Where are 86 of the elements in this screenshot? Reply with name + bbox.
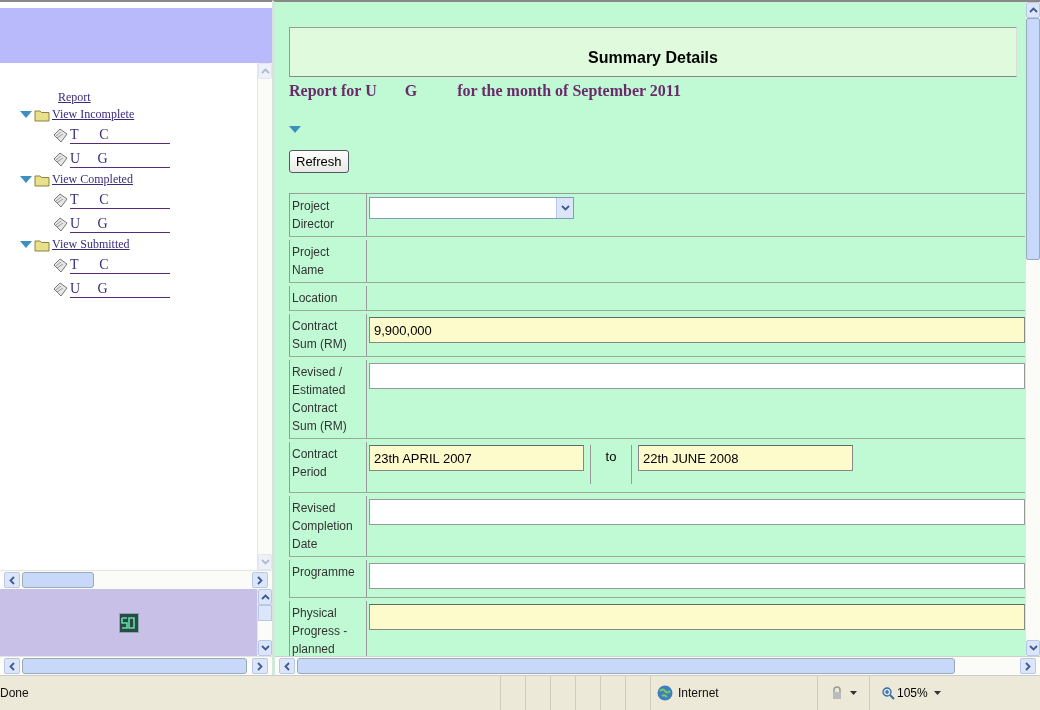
text-field[interactable] xyxy=(369,499,1025,525)
field-label: Project Name xyxy=(292,245,330,277)
scrollbar-thumb[interactable] xyxy=(22,572,94,588)
project-link[interactable]: T C xyxy=(70,256,170,274)
director-dropdown[interactable] xyxy=(369,197,574,219)
vertical-scrollbar[interactable] xyxy=(1025,2,1040,656)
project-link[interactable]: U G xyxy=(70,280,170,298)
caret-icon[interactable] xyxy=(850,691,857,695)
text-field[interactable]: 9,900,000 xyxy=(369,317,1025,343)
chevron-right-icon xyxy=(257,575,263,585)
document-icon xyxy=(52,257,68,273)
folder-icon xyxy=(34,237,50,252)
globe-icon xyxy=(657,685,673,701)
expand-arrow-icon[interactable] xyxy=(20,240,32,249)
folder-icon xyxy=(34,172,50,187)
scroll-left-button[interactable] xyxy=(4,572,20,588)
refresh-button[interactable]: Refresh xyxy=(289,150,349,173)
chevron-right-icon xyxy=(257,661,263,671)
chevron-down-icon xyxy=(560,205,570,211)
document-icon xyxy=(52,192,68,208)
field-label: Revised / Estimated Contract Sum (RM) xyxy=(292,365,347,433)
report-link[interactable]: Report xyxy=(58,90,91,105)
scrollbar-thumb[interactable] xyxy=(258,605,272,621)
status-text: Done xyxy=(0,686,30,700)
text-field[interactable] xyxy=(369,363,1025,389)
scrollbar-thumb[interactable] xyxy=(297,658,956,674)
project-link[interactable]: T C xyxy=(70,126,170,144)
chevron-up-icon xyxy=(260,594,270,600)
folder-link[interactable]: View Submitted xyxy=(52,237,130,252)
vertical-scrollbar[interactable] xyxy=(257,589,272,656)
expand-arrow-icon[interactable] xyxy=(289,126,301,134)
page-title: Summary Details xyxy=(289,27,1017,77)
scrollbar-thumb[interactable] xyxy=(22,658,248,674)
horizontal-scrollbar[interactable] xyxy=(0,570,272,589)
project-link[interactable]: T C xyxy=(70,191,170,209)
range-separator: to xyxy=(590,445,632,484)
field-label: Location xyxy=(292,291,338,305)
folder-link[interactable]: View Incomplete xyxy=(52,107,135,122)
field-label: Project Director xyxy=(292,199,334,231)
scroll-up-button[interactable] xyxy=(258,589,272,605)
chevron-up-icon xyxy=(260,68,270,74)
chevron-right-icon xyxy=(1025,661,1031,671)
scroll-left-button[interactable] xyxy=(279,658,295,674)
field-label: Physical Progress - planned xyxy=(292,606,348,656)
field-label: Revised Completion Date xyxy=(292,501,353,551)
chevron-down-icon xyxy=(1028,645,1038,651)
caret-icon[interactable] xyxy=(933,691,941,695)
report-heading: Report for U G for the month of September 2011 xyxy=(289,82,682,100)
document-icon xyxy=(52,151,68,167)
scrollbar-thumb[interactable] xyxy=(1026,18,1040,260)
chevron-down-icon xyxy=(260,645,270,651)
project-link[interactable]: U G xyxy=(70,215,170,233)
scroll-right-button[interactable] xyxy=(1020,658,1036,674)
zoom-icon xyxy=(882,686,895,700)
start-date-field[interactable]: 23th APRIL 2007 xyxy=(369,445,584,471)
document-icon xyxy=(52,281,68,297)
chevron-left-icon xyxy=(9,575,15,585)
scroll-up-button[interactable] xyxy=(1026,2,1040,18)
end-date-field[interactable]: 22th JUNE 2008 xyxy=(638,445,853,471)
field-label: Programme xyxy=(292,565,355,579)
horizontal-scrollbar[interactable] xyxy=(275,656,1040,675)
scroll-left-button[interactable] xyxy=(4,658,20,674)
document-icon xyxy=(52,127,68,143)
field-label: Contract Period xyxy=(292,447,338,479)
field-label: Contract Sum (RM) xyxy=(292,319,347,351)
scroll-right-button[interactable] xyxy=(252,572,268,588)
security-zone: Internet xyxy=(678,686,719,700)
document-icon xyxy=(52,216,68,232)
scroll-down-button[interactable] xyxy=(1026,640,1040,656)
text-field[interactable] xyxy=(369,563,1025,589)
project-link[interactable]: U G xyxy=(70,150,170,168)
chevron-left-icon xyxy=(9,661,15,671)
app-icon xyxy=(118,612,139,633)
chevron-left-icon xyxy=(284,661,290,671)
expand-arrow-icon[interactable] xyxy=(20,175,32,184)
expand-arrow-icon[interactable] xyxy=(20,110,32,119)
scroll-down-button[interactable] xyxy=(258,640,272,656)
chevron-up-icon xyxy=(1028,7,1038,13)
scroll-right-button[interactable] xyxy=(252,658,268,674)
zoom-button[interactable]: 105% xyxy=(882,686,928,700)
folder-link[interactable]: View Completed xyxy=(52,172,133,187)
chevron-down-icon xyxy=(260,559,270,565)
folder-icon xyxy=(34,107,50,122)
horizontal-scrollbar[interactable] xyxy=(0,656,272,675)
text-field[interactable] xyxy=(369,604,1025,630)
lock-icon[interactable] xyxy=(830,686,844,700)
